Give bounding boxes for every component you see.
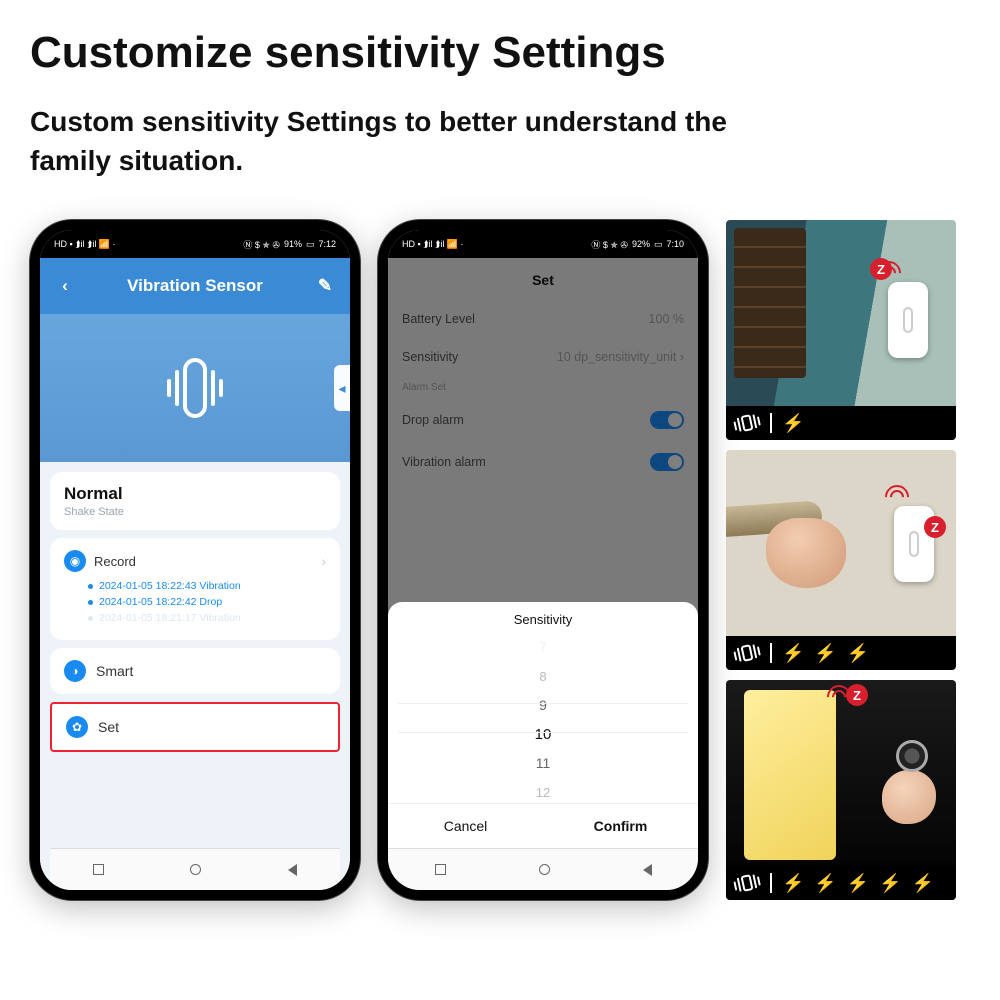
recent-apps-icon[interactable] (435, 864, 446, 875)
vibration-sensor-icon (167, 358, 223, 418)
state-label: Shake State (64, 506, 326, 518)
smart-icon: ◑ (64, 660, 86, 682)
picker-option-selected[interactable]: 10 (388, 720, 698, 749)
record-entry: 2024-01-05 18:22:43 Vibration (88, 580, 326, 592)
header-title: Vibration Sensor (127, 276, 263, 296)
picker-option[interactable]: 9 (388, 691, 698, 720)
picker-wheel[interactable]: 7 8 9 10 11 12 13 (388, 633, 698, 803)
phone-mockup-settings: HD ▪ ⮭il ⮭il 📶 · Ⓝ $ ✯ ✇92%▭ 7:10 Set Ba… (378, 220, 708, 900)
record-label: Record (94, 554, 136, 569)
android-nav-bar (388, 848, 698, 890)
bolt-icon: ⚡ (782, 873, 804, 894)
recent-apps-icon[interactable] (93, 864, 104, 875)
page-subtitle: Custom sensitivity Settings to better un… (30, 102, 810, 180)
bolt-icon: ⚡ (879, 873, 901, 894)
vibration-icon (733, 413, 762, 434)
device-hero: ◂ (40, 314, 350, 462)
signal-waves-icon (882, 486, 916, 506)
sensor-device-icon (888, 282, 928, 358)
confirm-button[interactable]: Confirm (543, 804, 698, 848)
back-nav-icon[interactable] (643, 864, 652, 876)
bolt-icon: ⚡ (814, 873, 836, 894)
bolt-icon: ⚡ (814, 643, 836, 664)
back-nav-icon[interactable] (288, 864, 297, 876)
page-title: Customize sensitivity Settings (30, 28, 970, 78)
picker-option[interactable]: 12 (388, 778, 698, 803)
bolt-icon: ⚡ (912, 873, 934, 894)
home-icon[interactable] (190, 864, 201, 875)
phone-mockup-main: HD ▪ ⮭il ⮭il 📶 · Ⓝ $ ✯ ✇91%▭ 7:12 ‹ Vibr… (30, 220, 360, 900)
bolt-icon: ⚡ (782, 413, 804, 434)
thumb-door-handle: Z ⚡ ⚡ ⚡ (726, 450, 956, 670)
set-row[interactable]: ✿ Set (50, 702, 340, 752)
bolt-icon: ⚡ (847, 873, 869, 894)
thumb-safe: Z ⚡ ⚡ ⚡ ⚡ ⚡ (726, 680, 956, 900)
picker-option[interactable]: 8 (388, 662, 698, 691)
set-label: Set (98, 719, 119, 735)
picker-title: Sensitivity (388, 612, 698, 627)
app-header: ‹ Vibration Sensor ✎ (40, 258, 350, 314)
record-entry: 2024-01-05 18:21:17 Vibration (88, 612, 326, 624)
gear-icon: ✿ (66, 716, 88, 738)
chevron-right-icon: › (321, 553, 326, 569)
home-icon[interactable] (539, 864, 550, 875)
vibration-icon (733, 643, 762, 664)
vibration-icon (733, 873, 762, 894)
state-value: Normal (64, 484, 326, 504)
state-card: Normal Shake State (50, 472, 340, 530)
clock-icon: ◉ (64, 550, 86, 572)
edit-icon[interactable]: ✎ (314, 276, 336, 296)
bolt-icon: ⚡ (782, 643, 804, 664)
picker-option[interactable]: 11 (388, 749, 698, 778)
picker-option[interactable]: 7 (388, 633, 698, 662)
drawer-handle-icon[interactable]: ◂ (334, 365, 350, 411)
smart-row[interactable]: ◑ Smart (50, 648, 340, 694)
record-card[interactable]: ◉ Record › 2024-01-05 18:22:43 Vibration… (50, 538, 340, 640)
android-nav-bar (50, 848, 340, 890)
thumb-curtain: Z ⚡ (726, 220, 956, 440)
back-icon[interactable]: ‹ (54, 276, 76, 296)
bolt-icon: ⚡ (847, 643, 869, 664)
example-thumbnails: Z ⚡ Z ⚡ ⚡ ⚡ Z (726, 220, 956, 900)
record-entry: 2024-01-05 18:22:42 Drop (88, 596, 326, 608)
cancel-button[interactable]: Cancel (388, 804, 543, 848)
smart-label: Smart (96, 663, 133, 679)
sensitivity-picker: Sensitivity 7 8 9 10 11 12 13 Cancel Con… (388, 602, 698, 848)
